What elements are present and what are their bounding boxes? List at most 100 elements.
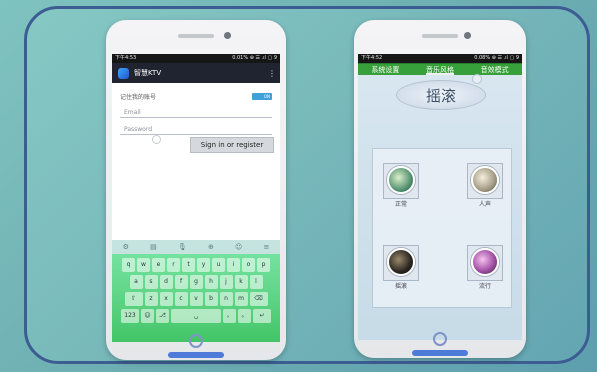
period-key[interactable]: 。 (238, 309, 251, 323)
clipboard-icon[interactable]: ▤ (150, 243, 157, 251)
camera-icon (224, 32, 231, 39)
shift-key[interactable]: ⇧ (124, 292, 143, 306)
cursor-move-icon[interactable]: ⊕ (208, 243, 214, 251)
title-bubble-dot (472, 74, 482, 84)
key[interactable]: q (122, 258, 135, 272)
email-field[interactable]: Email (120, 107, 272, 118)
current-style-title: 摇滚 (396, 80, 486, 110)
phone-music-style-screen: 下午4:52 0.08% ⊕ ☰ .ıl ▢ 9 系统设置 音乐风格 音效模式 … (354, 20, 526, 358)
key[interactable]: s (144, 275, 158, 289)
app-logo-icon (118, 67, 129, 79)
key[interactable]: i (227, 258, 240, 272)
status-bar: 下午4:53 0.01% ⊕ ☰ .ıl ▢ 9 (112, 54, 280, 63)
option-label: 人声 (478, 201, 491, 208)
keyboard-toolbar: ⚙ ▤ 🎙 ⊕ ☺ ≡ (112, 240, 280, 254)
tab-system-settings[interactable]: 系统设置 (371, 64, 399, 75)
style-options-grid: 正常 人声 摇滚 流行 (372, 148, 512, 308)
key[interactable]: n (219, 292, 233, 306)
status-time: 下午4:52 (361, 55, 383, 61)
crowd-thumbnail-icon (471, 165, 499, 194)
key[interactable]: r (167, 258, 180, 272)
key[interactable]: z (144, 292, 158, 306)
option-label: 流行 (478, 283, 491, 290)
speaker-grille (178, 34, 214, 38)
home-button[interactable] (189, 334, 203, 348)
thumbnail-frame (467, 245, 503, 281)
key[interactable]: k (234, 275, 248, 289)
thumbnail-frame (383, 163, 419, 199)
key[interactable]: a (129, 275, 143, 289)
settings-icon[interactable]: ⚙ (123, 243, 129, 251)
keyboard-row-3: ⇧ z x c v b n m ⌫ (115, 292, 277, 306)
key[interactable]: y (197, 258, 210, 272)
emoji-icon[interactable]: ☺ (235, 243, 242, 251)
key[interactable]: p (257, 258, 270, 272)
tab-sound-mode[interactable]: 音效模式 (481, 64, 509, 75)
keyboard-row-2: a s d f g h j k l (115, 275, 277, 289)
key[interactable]: u (212, 258, 225, 272)
space-key[interactable]: ␣ (171, 309, 221, 323)
status-bar: 下午4:52 0.08% ⊕ ☰ .ıl ▢ 9 (358, 54, 522, 63)
screen: 下午4:53 0.01% ⊕ ☰ .ıl ▢ 9 智慧KTV ⋮ 记住我的账号 … (112, 54, 280, 342)
remember-label: 记住我的账号 (120, 93, 157, 101)
overflow-menu-icon[interactable]: ⋮ (268, 69, 276, 78)
key[interactable]: l (249, 275, 263, 289)
option-label: 摇滚 (394, 283, 407, 290)
rock-thumbnail-icon (387, 247, 415, 276)
status-icons: 0.01% ⊕ ☰ .ıl ▢ 9 (232, 55, 277, 61)
pop-thumbnail-icon (471, 247, 499, 276)
password-field[interactable]: Password (120, 124, 272, 135)
key[interactable]: g (189, 275, 203, 289)
microphone-icon[interactable]: 🎙 (178, 243, 187, 251)
remember-row: 记住我的账号 ON (120, 91, 272, 101)
landscape-thumbnail-icon (387, 165, 415, 194)
style-option-rock[interactable]: 摇滚 (377, 245, 425, 290)
screen: 下午4:52 0.08% ⊕ ☰ .ıl ▢ 9 系统设置 音乐风格 音效模式 … (358, 54, 522, 340)
speaker-grille (422, 34, 458, 38)
key[interactable]: t (182, 258, 195, 272)
tab-bar: 系统设置 音乐风格 音效模式 (358, 63, 522, 75)
key[interactable]: j (219, 275, 233, 289)
collapse-keyboard-icon[interactable]: ≡ (264, 243, 270, 251)
language-key[interactable]: ⎇ (156, 309, 169, 323)
keyboard-row-4: 123 ☺ ⎇ ␣ ， 。 ↵ (115, 309, 277, 323)
home-glow (412, 350, 468, 356)
home-button[interactable] (433, 332, 447, 346)
home-glow (168, 352, 224, 358)
app-title: 智慧KTV (134, 69, 162, 77)
style-option-normal[interactable]: 正常 (377, 163, 425, 208)
keyboard-row-1: q w e r t y u i o p (115, 258, 277, 272)
sign-in-button[interactable]: Sign in or register (190, 137, 274, 153)
loading-indicator (152, 135, 161, 144)
app-bar: 智慧KTV ⋮ (112, 63, 280, 83)
key[interactable]: f (174, 275, 188, 289)
comma-key[interactable]: ， (223, 309, 236, 323)
key[interactable]: m (234, 292, 248, 306)
thumbnail-frame (467, 163, 503, 199)
option-label: 正常 (394, 201, 407, 208)
remember-toggle[interactable]: ON (252, 92, 272, 100)
key[interactable]: h (204, 275, 218, 289)
thumbnail-frame (383, 245, 419, 281)
key[interactable]: v (189, 292, 203, 306)
style-option-vocal[interactable]: 人声 (461, 163, 509, 208)
phone-login-screen: 下午4:53 0.01% ⊕ ☰ .ıl ▢ 9 智慧KTV ⋮ 记住我的账号 … (106, 20, 286, 360)
backspace-key[interactable]: ⌫ (249, 292, 268, 306)
status-icons: 0.08% ⊕ ☰ .ıl ▢ 9 (474, 55, 519, 61)
key[interactable]: b (204, 292, 218, 306)
emoji-key[interactable]: ☺ (141, 309, 154, 323)
soft-keyboard: q w e r t y u i o p a s d f g h j k l ⇧ … (112, 254, 280, 342)
style-option-pop[interactable]: 流行 (461, 245, 509, 290)
enter-key[interactable]: ↵ (253, 309, 271, 323)
key[interactable]: e (152, 258, 165, 272)
login-form: 记住我的账号 ON Email Password Sign in or regi… (112, 83, 280, 165)
key[interactable]: c (174, 292, 188, 306)
numbers-key[interactable]: 123 (121, 309, 139, 323)
key[interactable]: x (159, 292, 173, 306)
key[interactable]: o (242, 258, 255, 272)
tab-music-style[interactable]: 音乐风格 (425, 64, 454, 75)
key[interactable]: d (159, 275, 173, 289)
camera-icon (464, 32, 471, 39)
key[interactable]: w (137, 258, 150, 272)
status-time: 下午4:53 (115, 55, 137, 61)
